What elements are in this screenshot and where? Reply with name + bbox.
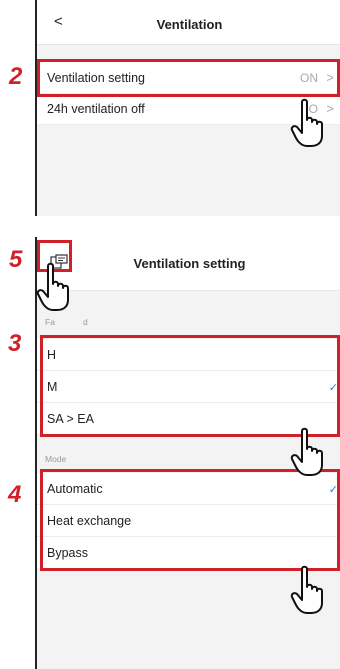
page-title: Ventilation bbox=[156, 17, 223, 32]
row-label: 24h ventilation off bbox=[47, 102, 145, 116]
pointing-hand-icon bbox=[290, 565, 323, 614]
fan-speed-section-label-start: Fa bbox=[45, 317, 55, 327]
pointing-hand-icon bbox=[290, 427, 323, 476]
step-4-highlight bbox=[40, 469, 340, 571]
step-2-highlight bbox=[37, 59, 340, 97]
step-number: 2 bbox=[9, 63, 23, 90]
step-number: 3 bbox=[8, 330, 22, 357]
header: < Ventilation bbox=[37, 0, 340, 45]
pointing-hand-icon bbox=[36, 262, 69, 311]
step-number: 5 bbox=[9, 246, 23, 273]
pointing-hand-icon bbox=[290, 98, 323, 147]
mode-section-label: Mode bbox=[45, 454, 67, 464]
step-number: 4 bbox=[8, 481, 22, 508]
step-3-highlight bbox=[40, 335, 340, 437]
fan-speed-section-label-end: d bbox=[83, 317, 88, 327]
